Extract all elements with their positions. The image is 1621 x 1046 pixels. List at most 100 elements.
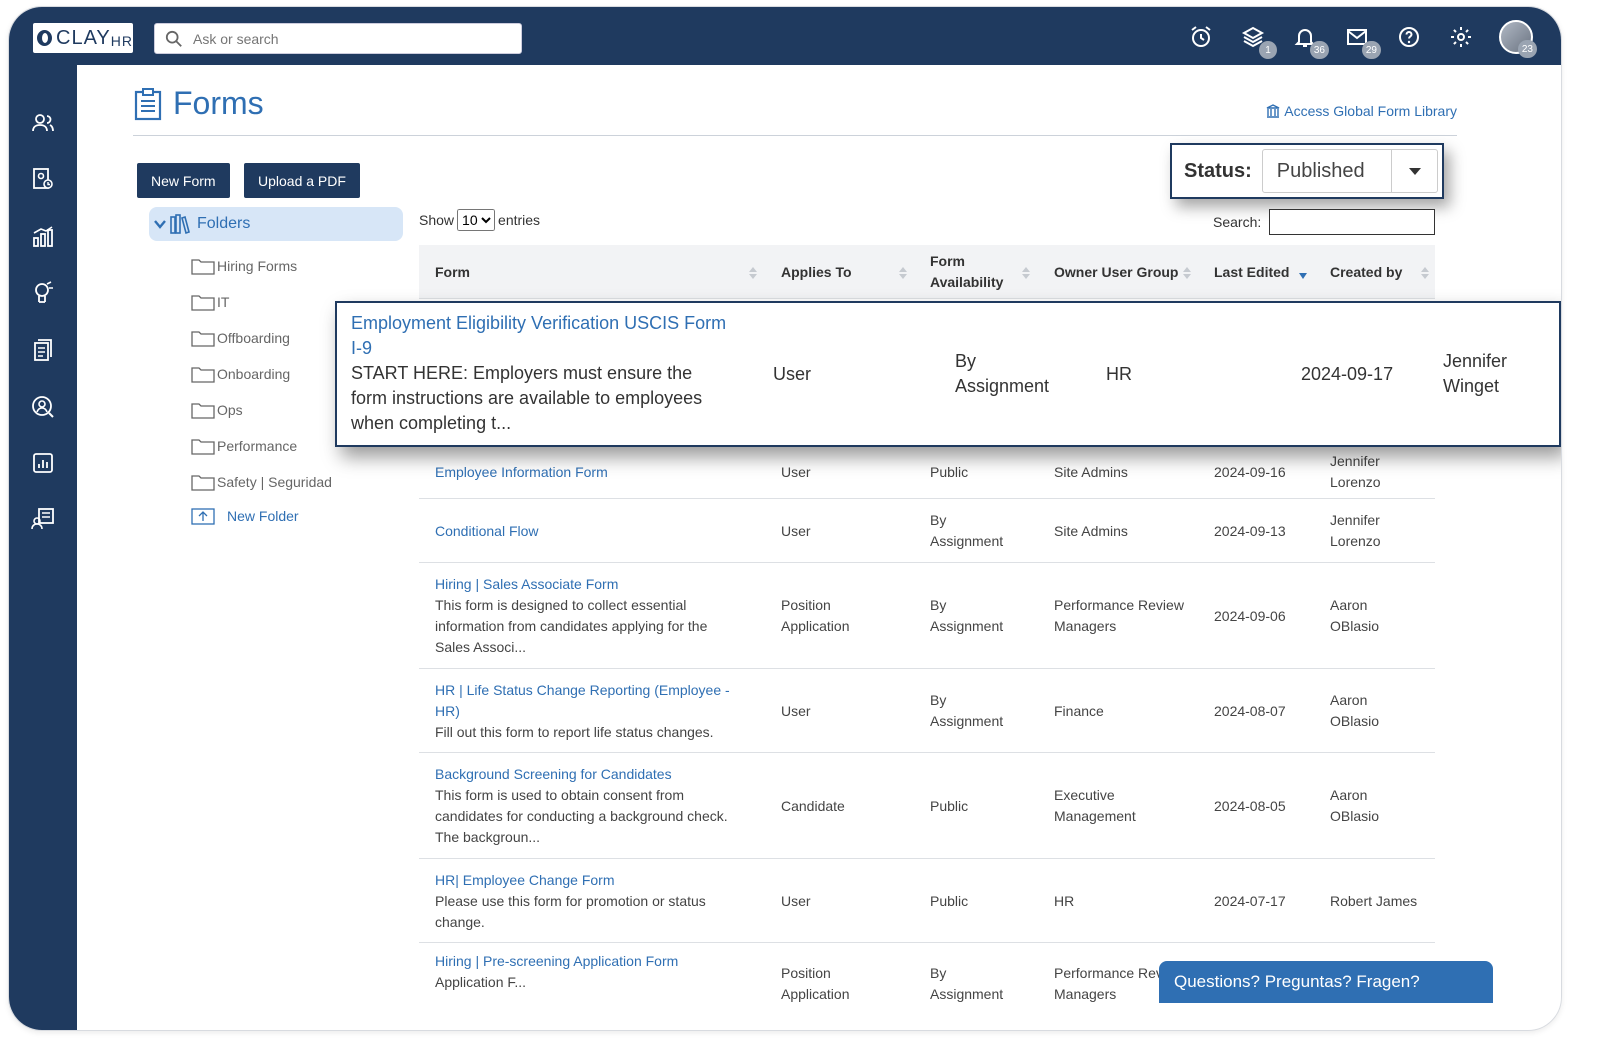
- created-by-cell: Aaron OBlasio: [1330, 787, 1380, 824]
- form-title-link[interactable]: Employee Information Form: [435, 445, 735, 499]
- global-link-label: Access Global Form Library: [1284, 103, 1457, 119]
- folders-title: Folders: [197, 215, 251, 232]
- folder-item[interactable]: Onboarding: [191, 363, 290, 385]
- form-title-link[interactable]: Background Screening for Candidates: [435, 764, 745, 785]
- bell-icon[interactable]: 36: [1289, 21, 1329, 59]
- sort-icon[interactable]: [1421, 267, 1429, 279]
- form-title-link[interactable]: HR| Employee Change Form: [435, 870, 745, 891]
- status-dropdown-button[interactable]: [1391, 150, 1437, 192]
- gear-icon[interactable]: [1445, 21, 1477, 53]
- folder-item[interactable]: Offboarding: [191, 327, 290, 349]
- forms-icon[interactable]: [27, 335, 59, 367]
- form-title-link[interactable]: Conditional Flow: [435, 499, 735, 563]
- column-header-applies-to[interactable]: Applies To: [781, 245, 852, 299]
- sort-icon[interactable]: [749, 267, 757, 279]
- help-icon[interactable]: [1393, 21, 1425, 53]
- folder-item[interactable]: Hiring Forms: [191, 255, 297, 277]
- column-header-form[interactable]: Form: [435, 245, 470, 299]
- form-title-link[interactable]: HR | Life Status Change Reporting (Emplo…: [435, 680, 745, 722]
- alarm-clock-icon[interactable]: [1185, 21, 1217, 53]
- availability-cell: Public: [930, 463, 969, 480]
- folder-item[interactable]: IT: [191, 291, 229, 313]
- availability-cell: By Assignment: [930, 965, 1004, 1002]
- logo-hr-text: HR: [110, 32, 133, 49]
- availability-cell: Public: [930, 797, 969, 814]
- employee-record-icon[interactable]: [27, 163, 59, 195]
- logo-mark-icon: [37, 30, 52, 46]
- applies-to-cell: Position Application: [781, 597, 850, 634]
- layers-icon[interactable]: 1: [1237, 21, 1277, 59]
- form-title-link[interactable]: Hiring | Sales Associate Form: [435, 574, 745, 595]
- entries-select[interactable]: 10: [457, 209, 496, 231]
- learning-icon[interactable]: [27, 277, 59, 309]
- sort-icon[interactable]: [1183, 267, 1191, 279]
- folder-label: Onboarding: [217, 366, 291, 382]
- sort-desc-icon[interactable]: [1299, 273, 1307, 279]
- main-content: Forms Access Global Form Library New For…: [77, 65, 1561, 1030]
- people-icon[interactable]: [27, 107, 59, 139]
- table-row[interactable]: Hiring | Sales Associate Form This form …: [419, 563, 1435, 669]
- global-search[interactable]: [154, 23, 522, 54]
- folders-header[interactable]: Folders: [149, 207, 403, 241]
- availability-cell: By Assignment: [930, 597, 1004, 634]
- chevron-down-icon[interactable]: [153, 217, 167, 231]
- sort-icon[interactable]: [1022, 267, 1030, 279]
- column-header-form-availability[interactable]: Form Availability: [930, 245, 1020, 299]
- availability-cell: Public: [930, 892, 969, 909]
- table-search-input[interactable]: [1269, 209, 1436, 235]
- upload-pdf-button[interactable]: Upload a PDF: [244, 163, 360, 198]
- access-global-form-library-link[interactable]: Access Global Form Library: [1266, 103, 1457, 119]
- table-row[interactable]: HR | Life Status Change Reporting (Emplo…: [419, 669, 1435, 753]
- onboarding-icon[interactable]: [27, 503, 59, 535]
- sort-icon[interactable]: [899, 267, 907, 279]
- status-label: Status:: [1184, 159, 1252, 182]
- column-header-owner-user-group[interactable]: Owner User Group: [1054, 245, 1178, 299]
- reports-icon[interactable]: [27, 447, 59, 479]
- status-select[interactable]: Published: [1261, 149, 1438, 193]
- last-edited-cell: 2024-09-13: [1214, 522, 1286, 539]
- folder-item[interactable]: Ops: [191, 399, 243, 421]
- logo-clay-text: CLAY: [56, 26, 111, 49]
- recruiting-icon[interactable]: [27, 391, 59, 423]
- created-by-cell: Aaron OBlasio: [1330, 692, 1380, 729]
- clayhr-logo[interactable]: CLAY HR: [33, 23, 133, 53]
- table-row[interactable]: Conditional Flow User By Assignment Site…: [419, 499, 1435, 563]
- form-title-link[interactable]: Hiring | Pre-screening Application Form: [435, 951, 745, 972]
- mail-icon[interactable]: 29: [1341, 21, 1381, 59]
- table-row[interactable]: HR| Employee Change Form Please use this…: [419, 859, 1435, 943]
- chat-widget-button[interactable]: Questions? Preguntas? Fragen?: [1159, 961, 1493, 1003]
- column-header-created-by[interactable]: Created by: [1330, 245, 1402, 299]
- user-avatar[interactable]: 23: [1499, 20, 1537, 58]
- availability-cell: By Assignment: [930, 692, 1004, 729]
- form-cell: Employment Eligibility Verification USCI…: [351, 311, 731, 436]
- last-edited-cell: 2024-09-06: [1214, 607, 1286, 624]
- new-form-button[interactable]: New Form: [137, 163, 230, 198]
- applies-to-cell: User: [781, 463, 811, 480]
- availability-cell: By Assignment: [930, 512, 1004, 549]
- mail-badge: 29: [1361, 41, 1381, 59]
- table-row[interactable]: Background Screening for Candidates This…: [419, 753, 1435, 859]
- app-window: CLAY HR 1 36 29: [8, 6, 1562, 1031]
- avatar-badge: 23: [1517, 40, 1537, 58]
- form-description: Application F...: [435, 974, 527, 990]
- analytics-icon[interactable]: [27, 221, 59, 253]
- entries-label: entries: [498, 212, 541, 228]
- owner-cell: Site Admins: [1054, 463, 1128, 480]
- table-row[interactable]: Employee Information Form User Public Si…: [419, 445, 1435, 499]
- table-search: Search:: [1213, 209, 1436, 235]
- form-title-link[interactable]: Employment Eligibility Verification USCI…: [351, 311, 731, 361]
- column-header-last-edited[interactable]: Last Edited: [1214, 245, 1289, 299]
- folder-item[interactable]: Performance: [191, 435, 297, 457]
- folder-label: Safety | Seguridad: [217, 474, 332, 490]
- applies-to-cell: User: [773, 363, 812, 384]
- created-by-cell: Jennifer Lorenzo: [1330, 512, 1381, 549]
- last-edited-cell: 2024-09-17: [1301, 363, 1394, 384]
- new-folder-link[interactable]: New Folder: [191, 505, 299, 527]
- created-by-cell: Aaron OBlasio: [1330, 597, 1380, 634]
- folder-label: Hiring Forms: [217, 258, 298, 274]
- applies-to-cell: User: [781, 892, 811, 909]
- folder-item[interactable]: Safety | Seguridad: [191, 471, 332, 493]
- page-title-text: Forms: [173, 85, 264, 121]
- search-input[interactable]: [191, 29, 511, 48]
- highlighted-form-row[interactable]: Employment Eligibility Verification USCI…: [335, 301, 1561, 447]
